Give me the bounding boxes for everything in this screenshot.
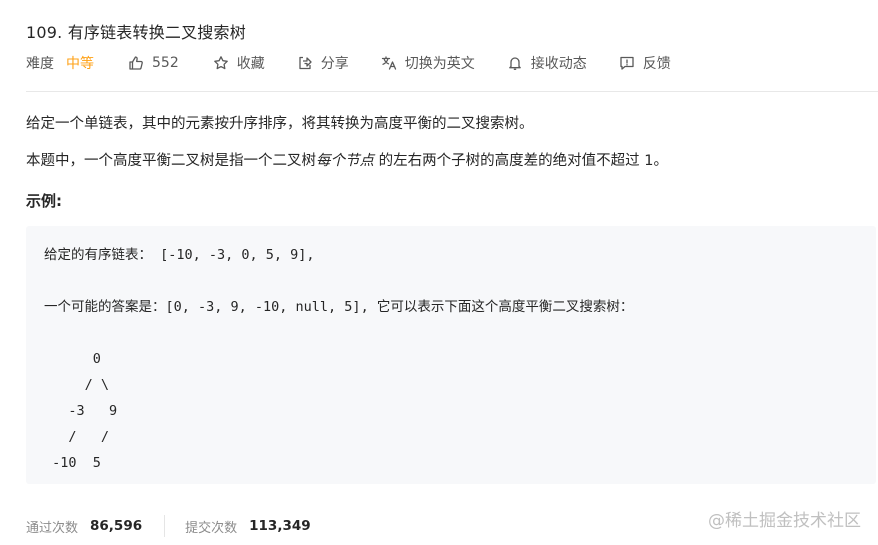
description-emphasis: 每个节点 bbox=[316, 153, 374, 169]
submissions-label: 提交次数 bbox=[185, 520, 238, 536]
accepted-count: 86,596 bbox=[90, 518, 143, 534]
feedback-label: 反馈 bbox=[642, 56, 671, 72]
share-button[interactable]: 分享 bbox=[297, 53, 349, 73]
feedback-button[interactable]: 反馈 bbox=[619, 53, 671, 73]
difficulty-badge: 中等 bbox=[66, 56, 94, 72]
example-code-block: 给定的有序链表： [-10, -3, 0, 5, 9], 一个可能的答案是：[0… bbox=[26, 226, 876, 484]
description-text-end: 的左右两个子树的高度差的绝对值不超过 1。 bbox=[374, 153, 668, 169]
example-code: 给定的有序链表： [-10, -3, 0, 5, 9], 一个可能的答案是：[0… bbox=[44, 247, 634, 471]
feedback-icon bbox=[619, 55, 635, 71]
header-divider bbox=[26, 91, 878, 92]
share-label: 分享 bbox=[320, 56, 349, 72]
example-heading: 示例: bbox=[26, 192, 62, 210]
watermark: @稀土掘金技术社区 bbox=[708, 511, 861, 531]
problem-meta-bar: 难度 中等 552 收藏 分享 切换为英文 接收动态 反馈 bbox=[26, 52, 703, 74]
favorite-button[interactable]: 收藏 bbox=[213, 53, 265, 73]
translate-icon bbox=[381, 55, 397, 71]
like-count: 552 bbox=[152, 55, 179, 71]
share-icon bbox=[297, 55, 313, 71]
translate-button[interactable]: 切换为英文 bbox=[381, 53, 475, 73]
submissions-count: 113,349 bbox=[249, 518, 311, 534]
accepted-label: 通过次数 bbox=[26, 520, 79, 536]
star-icon bbox=[213, 55, 229, 71]
description-paragraph-1: 给定一个单链表，其中的元素按升序排序，将其转换为高度平衡的二叉搜索树。 bbox=[26, 116, 534, 132]
description-paragraph-2: 本题中，一个高度平衡二叉树是指一个二叉树每个节点 的左右两个子树的高度差的绝对值… bbox=[26, 151, 668, 171]
like-button[interactable]: 552 bbox=[128, 55, 179, 71]
notify-button[interactable]: 接收动态 bbox=[507, 53, 587, 73]
notify-label: 接收动态 bbox=[530, 56, 587, 72]
favorite-label: 收藏 bbox=[236, 56, 265, 72]
problem-title: 109. 有序链表转换二叉搜索树 bbox=[26, 23, 246, 42]
difficulty-label: 难度 bbox=[26, 56, 54, 72]
stats-divider bbox=[164, 515, 166, 537]
submission-stats: 通过次数 86,596 提交次数 113,349 bbox=[26, 515, 311, 537]
translate-label: 切换为英文 bbox=[404, 56, 475, 72]
thumbs-up-icon bbox=[128, 55, 144, 71]
bell-icon bbox=[507, 55, 523, 71]
description-text: 本题中，一个高度平衡二叉树是指一个二叉树 bbox=[26, 153, 316, 169]
